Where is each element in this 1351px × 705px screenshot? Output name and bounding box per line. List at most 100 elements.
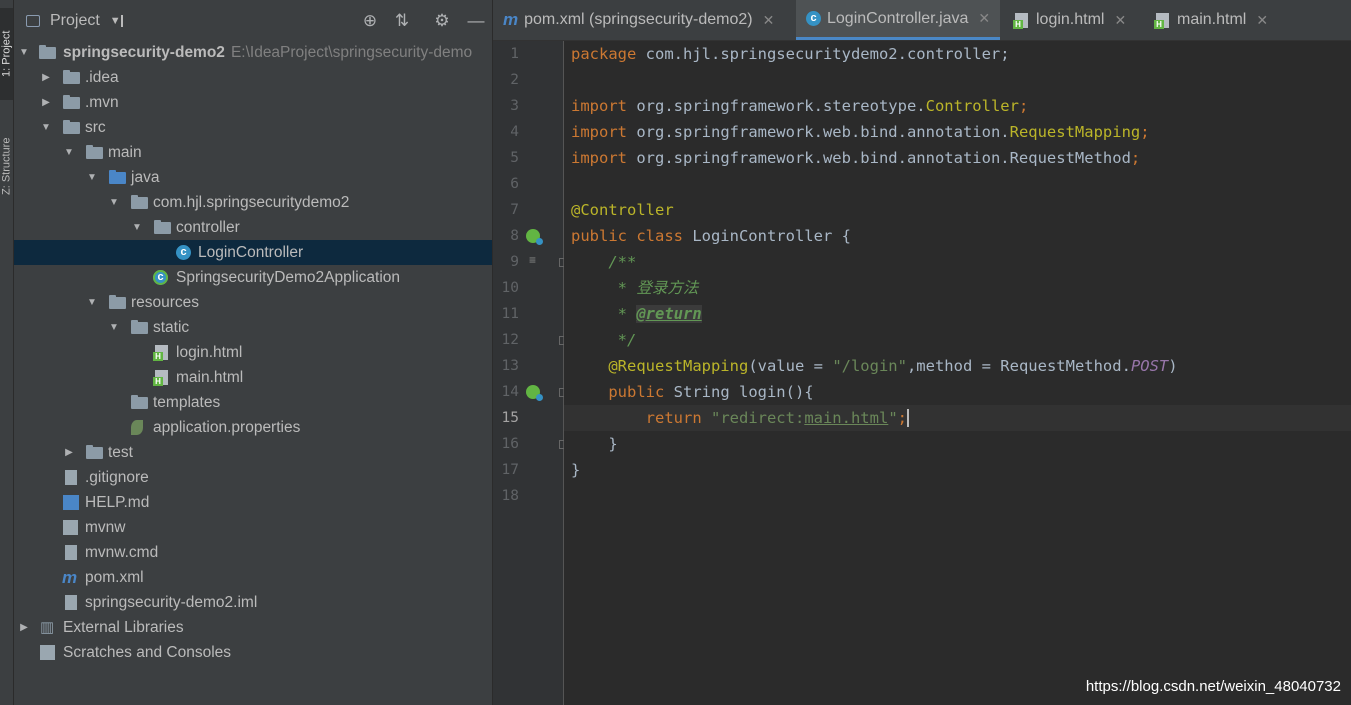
tree-row-main-html[interactable]: H main.html bbox=[14, 365, 492, 390]
tree-row-scratches[interactable]: Scratches and Consoles bbox=[14, 640, 492, 665]
line-number: 1 bbox=[510, 46, 519, 62]
tree-row-main[interactable]: ▼ main bbox=[14, 140, 492, 165]
line-number: 17 bbox=[501, 462, 519, 478]
tree-row-src[interactable]: ▼ src bbox=[14, 115, 492, 140]
line-number: 14 bbox=[501, 384, 519, 400]
tab-label: main.html bbox=[1177, 11, 1247, 28]
tree-row-label: .mvn bbox=[85, 94, 119, 111]
line-number-current: 15 bbox=[501, 410, 519, 426]
line-number: 2 bbox=[510, 72, 519, 88]
spring-properties-icon bbox=[131, 420, 143, 435]
tree-row-controller[interactable]: ▼ controller bbox=[14, 215, 492, 240]
expanded-arrow-icon[interactable]: ▼ bbox=[86, 290, 98, 315]
collapsed-arrow-icon[interactable]: ▶ bbox=[18, 615, 30, 640]
maven-icon: m bbox=[62, 568, 78, 587]
project-view-selector[interactable]: Project ▼ bbox=[26, 12, 123, 30]
code-line: import org.springframework.web.bind.anno… bbox=[571, 123, 1150, 141]
expanded-arrow-icon[interactable]: ▼ bbox=[40, 115, 52, 140]
tree-row-application-properties[interactable]: application.properties bbox=[14, 415, 492, 440]
minimize-icon[interactable]: — bbox=[466, 11, 486, 31]
tree-row-iml[interactable]: springsecurity-demo2.iml bbox=[14, 590, 492, 615]
tree-row-resources[interactable]: ▼ resources bbox=[14, 290, 492, 315]
module-folder-icon bbox=[39, 45, 56, 59]
tree-row-application[interactable]: c SpringsecurityDemo2Application bbox=[14, 265, 492, 290]
project-tool-tab[interactable]: 1: Project bbox=[0, 8, 13, 100]
close-icon[interactable]: ✕ bbox=[1256, 12, 1268, 29]
folder-icon bbox=[86, 445, 103, 459]
tab-pom-xml[interactable]: m pom.xml (springsecurity-demo2) ✕ bbox=[503, 0, 774, 40]
close-icon[interactable]: ✕ bbox=[978, 10, 990, 27]
tree-row-templates[interactable]: templates bbox=[14, 390, 492, 415]
expanded-arrow-icon[interactable]: ▼ bbox=[108, 315, 120, 340]
tree-row-project-root[interactable]: ▼ springsecurity-demo2 E:\IdeaProject\spr… bbox=[14, 40, 492, 65]
project-panel-title: Project bbox=[50, 12, 100, 29]
tree-row-mvnw-cmd[interactable]: mvnw.cmd bbox=[14, 540, 492, 565]
tree-row-test[interactable]: ▶ test bbox=[14, 440, 492, 465]
tab-label: LoginController.java bbox=[827, 9, 969, 27]
collapsed-arrow-icon[interactable]: ▶ bbox=[40, 90, 52, 115]
locate-icon[interactable]: ⊕ bbox=[360, 11, 380, 31]
expanded-arrow-icon[interactable]: ▼ bbox=[108, 190, 120, 215]
expanded-arrow-icon[interactable]: ▼ bbox=[131, 215, 143, 240]
editor-tab-bar: m pom.xml (springsecurity-demo2) ✕ c Log… bbox=[493, 0, 1351, 41]
tree-row-package[interactable]: ▼ com.hjl.springsecuritydemo2 bbox=[14, 190, 492, 215]
code-line: public String login(){ bbox=[571, 383, 814, 401]
close-icon[interactable]: ✕ bbox=[763, 12, 775, 29]
spring-mapping-gutter-icon[interactable] bbox=[526, 385, 543, 401]
gitignore-file-icon bbox=[65, 470, 77, 485]
line-number: 9 bbox=[510, 254, 519, 270]
folder-icon bbox=[63, 95, 80, 109]
line-number: 7 bbox=[510, 202, 519, 218]
watermark: https://blog.csdn.net/weixin_48040732 bbox=[1085, 678, 1341, 695]
tree-row-logincontroller[interactable]: c LoginController bbox=[14, 240, 492, 265]
tree-row-idea[interactable]: ▶ .idea bbox=[14, 65, 492, 90]
expanded-arrow-icon[interactable]: ▼ bbox=[18, 40, 30, 65]
tab-login-html[interactable]: H login.html ✕ bbox=[1013, 0, 1126, 40]
collapsed-arrow-icon[interactable]: ▶ bbox=[40, 65, 52, 90]
line-number: 13 bbox=[501, 358, 519, 374]
tab-logincontroller-java[interactable]: c LoginController.java ✕ bbox=[796, 0, 1001, 40]
line-number: 11 bbox=[501, 306, 519, 322]
tree-row-label: mvnw bbox=[85, 519, 126, 536]
tree-row-java[interactable]: ▼ java bbox=[14, 165, 492, 190]
tab-main-html[interactable]: H main.html ✕ bbox=[1154, 0, 1268, 40]
tree-row-label: application.properties bbox=[153, 419, 301, 436]
tree-row-pom-xml[interactable]: m pom.xml bbox=[14, 565, 492, 590]
code-line: /** bbox=[571, 253, 637, 271]
gear-icon[interactable]: ⚙ bbox=[432, 11, 452, 31]
tree-row-login-html[interactable]: H login.html bbox=[14, 340, 492, 365]
project-panel: Project ▼ ⊕ ⇅ ⚙ — ▼ springsecurity-demo2… bbox=[14, 0, 492, 705]
expanded-arrow-icon[interactable]: ▼ bbox=[63, 140, 75, 165]
tree-row-external-libraries[interactable]: ▶ ▥ External Libraries bbox=[14, 615, 492, 640]
html-file-icon: H bbox=[1013, 12, 1028, 29]
tree-row-label: SpringsecurityDemo2Application bbox=[176, 269, 401, 286]
tree-row-gitignore[interactable]: .gitignore bbox=[14, 465, 492, 490]
documentation-toggle-icon[interactable]: ≡ bbox=[529, 253, 536, 267]
project-path: E:\IdeaProject\springsecurity-demo bbox=[230, 44, 473, 61]
scratches-icon bbox=[40, 645, 55, 660]
tree-row-mvn[interactable]: ▶ .mvn bbox=[14, 90, 492, 115]
expanded-arrow-icon[interactable]: ▼ bbox=[86, 165, 98, 190]
structure-tool-tab[interactable]: Z: Structure bbox=[0, 118, 13, 214]
code-line: } bbox=[571, 435, 618, 453]
code-line: @RequestMapping(value = "/login",method … bbox=[571, 357, 1178, 375]
editor-gutter[interactable]: 1 2 3 4 5 6 7 8 9 10 11 12 13 14 15 16 1… bbox=[493, 41, 568, 705]
collapsed-arrow-icon[interactable]: ▶ bbox=[63, 440, 75, 465]
tree-row-static[interactable]: ▼ static bbox=[14, 315, 492, 340]
tree-row-label: templates bbox=[153, 394, 221, 411]
code-line-current: return "redirect:main.html"; bbox=[564, 405, 1351, 431]
html-file-icon: H bbox=[153, 345, 168, 361]
module-file-icon bbox=[65, 595, 77, 610]
tree-row-label: pom.xml bbox=[85, 569, 144, 586]
collapse-all-icon[interactable]: ⇅ bbox=[392, 11, 412, 31]
tree-row-mvnw[interactable]: mvnw bbox=[14, 515, 492, 540]
text-file-icon bbox=[65, 545, 77, 560]
close-icon[interactable]: ✕ bbox=[1114, 12, 1126, 29]
tree-row-help-md[interactable]: HELP.md bbox=[14, 490, 492, 515]
line-number: 12 bbox=[501, 332, 519, 348]
maven-icon: m bbox=[503, 10, 519, 29]
code-editor[interactable]: package com.hjl.springsecuritydemo2.cont… bbox=[564, 41, 1351, 705]
spring-bean-gutter-icon[interactable] bbox=[526, 229, 543, 245]
resources-folder-icon bbox=[109, 295, 126, 309]
line-number: 18 bbox=[501, 488, 519, 504]
